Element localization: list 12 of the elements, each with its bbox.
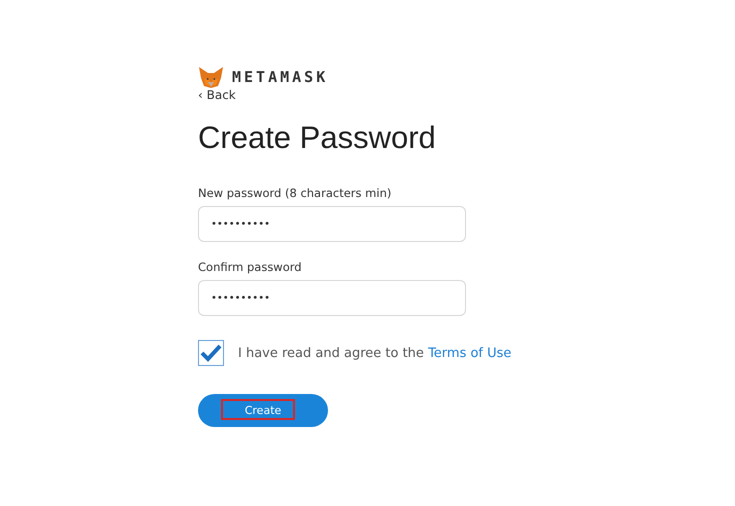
field-label: New password (8 characters min) <box>198 186 392 200</box>
password-field[interactable]: •••••••••• <box>198 280 466 316</box>
terms-text: I have read and agree to the Terms of Use <box>238 346 512 360</box>
terms-checkbox[interactable] <box>198 340 224 366</box>
back-link[interactable]: ‹ Back <box>198 88 236 102</box>
field-label: Confirm password <box>198 260 302 274</box>
password-field[interactable]: •••••••••• <box>198 206 466 242</box>
fox-logo-icon <box>198 66 224 88</box>
terms-link[interactable]: Terms of Use <box>428 346 512 360</box>
page-title: Create Password <box>198 120 437 156</box>
create-button[interactable]: Create <box>198 394 328 427</box>
brand-name: METAMASK <box>232 68 328 86</box>
